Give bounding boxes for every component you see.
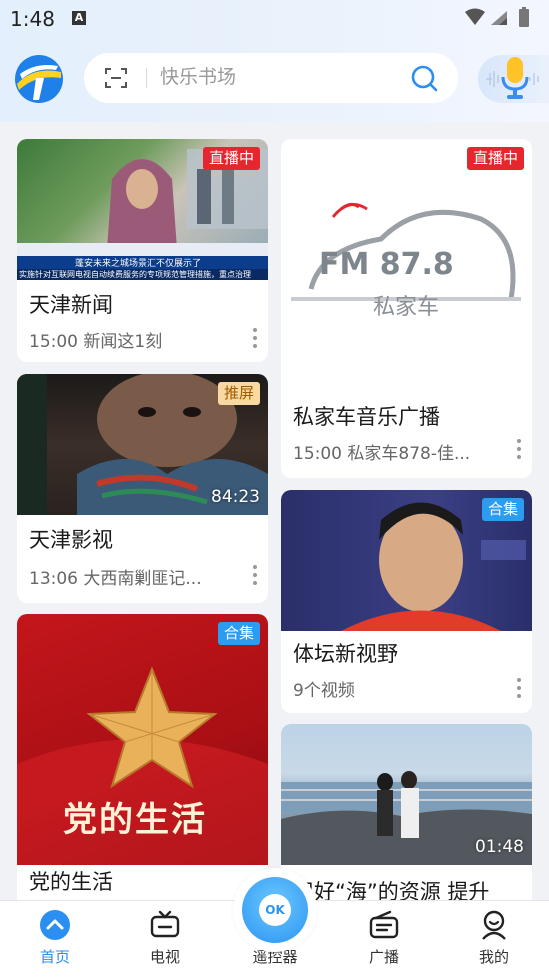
microphone-icon [486,57,539,99]
card-thumbnail[interactable]: 党的生活 合集 [17,614,268,865]
card-thumbnail[interactable]: 01:48 [281,724,532,865]
card-title[interactable]: 党的生活 [29,866,261,896]
system-status-icons [465,7,529,27]
card-title[interactable]: 天津新闻 [29,289,261,319]
profile-icon [482,910,506,940]
party-life-art-text: 党的生活 [63,800,207,840]
fm-brand: 私家车 [373,295,440,320]
more-options-icon[interactable] [252,328,258,352]
push-screen-badge: 推屏 [217,382,260,405]
card-subtitle[interactable]: 9个视频 [293,676,489,701]
tab-home[interactable]: 首页 [5,901,105,977]
search-placeholder[interactable]: 快乐书场 [160,65,236,89]
channel-card-party-life[interactable]: 党的生活 合集 党的生活 [17,614,268,900]
card-subtitle[interactable]: 15:00 新闻这1刻 [29,327,225,352]
tab-radio[interactable]: 广播 [334,901,434,977]
live-badge: 直播中 [466,147,524,170]
remote-control-button[interactable]: OK [233,868,317,952]
tv-icon [150,910,180,938]
status-bar: 1:48 A [0,0,549,38]
voice-button[interactable] [478,55,549,103]
tab-label: 电视 [149,948,180,966]
more-options-icon[interactable] [516,439,522,463]
notification-a-icon: A [72,11,86,25]
channel-card-car-music-radio[interactable]: FM 87.8 私家车 直播中 私家车音乐广播 15:00 私家车878-佳..… [281,139,532,478]
video-card-ocean-resources[interactable]: 01:48 用好“海”的资源 提升 [281,724,532,900]
card-thumbnail[interactable]: 蓬安未来之城场景汇不仅展示了 实施针对互联网电视自动续费服务的专项规范管理措施，… [17,139,268,280]
news-ticker-2: 实施针对互联网电视自动续费服务的专项规范管理措施，重点治理 [19,270,251,279]
radio-icon [369,910,399,939]
card-subtitle[interactable]: 13:06 大西南剿匪记... [29,564,225,589]
tab-profile[interactable]: 我的 [444,901,544,977]
tab-tv[interactable]: 电视 [115,901,215,977]
card-thumbnail[interactable]: 推屏 84:23 [17,374,268,515]
video-duration: 84:23 [211,487,260,507]
channel-card-tianjin-news[interactable]: 蓬安未来之城场景汇不仅展示了 实施针对互联网电视自动续费服务的专项规范管理措施，… [17,139,268,362]
video-duration: 01:48 [475,837,524,857]
more-options-icon[interactable] [516,678,522,702]
app-logo-icon[interactable] [14,54,64,104]
fm-text: FM 87.8 [319,247,454,282]
remote-ok-label: OK [259,894,291,926]
collection-badge: 合集 [481,498,524,521]
card-thumbnail[interactable]: 合集 [281,490,532,631]
tab-label: 我的 [478,948,509,966]
more-options-icon[interactable] [252,565,258,589]
card-title[interactable]: 天津影视 [29,524,261,554]
scan-icon[interactable] [104,66,128,90]
search-bar[interactable]: 快乐书场 [84,53,458,103]
tab-label: 广播 [368,948,399,966]
card-title[interactable]: 用好“海”的资源 提升 [293,876,525,900]
news-ticker: 蓬安未来之城场景汇不仅展示了 [75,259,202,269]
card-thumbnail[interactable]: FM 87.8 私家车 直播中 [281,139,532,389]
card-title[interactable]: 体坛新视野 [293,638,525,668]
channel-card-sports-vision[interactable]: 合集 体坛新视野 9个视频 [281,490,532,713]
home-icon [40,910,70,940]
card-title[interactable]: 私家车音乐广播 [293,401,525,431]
channel-card-tianjin-film[interactable]: 推屏 84:23 天津影视 13:06 大西南剿匪记... [17,374,268,603]
remote-icon: OK [242,877,308,943]
search-icon[interactable] [410,64,438,92]
card-subtitle[interactable]: 15:00 私家车878-佳... [293,439,489,464]
live-badge: 直播中 [202,147,260,170]
content-feed[interactable]: 蓬安未来之城场景汇不仅展示了 实施针对互联网电视自动续费服务的专项规范管理措施，… [0,122,549,900]
search-divider [146,68,147,88]
collection-badge: 合集 [217,622,260,645]
status-time: 1:48 [10,7,55,31]
tab-label: 首页 [39,948,70,966]
